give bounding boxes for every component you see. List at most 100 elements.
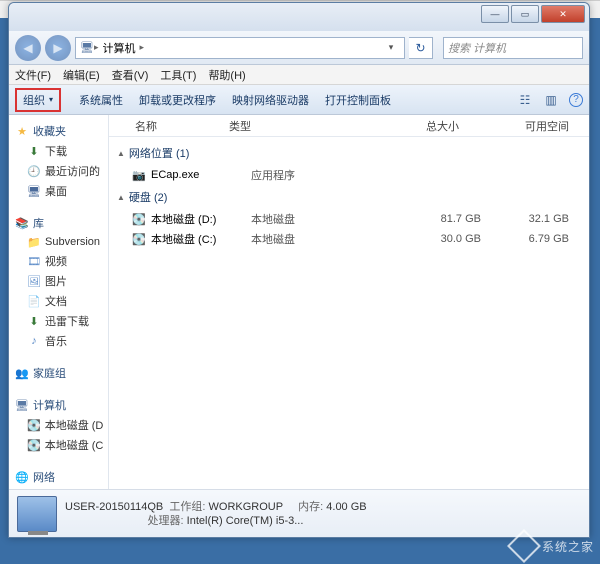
preview-pane-icon[interactable]: ▥: [543, 92, 559, 108]
drive-icon: 💽: [27, 438, 41, 452]
sidebar-label: 家庭组: [33, 365, 66, 381]
sidebar-network[interactable]: 🌐 网络: [9, 467, 108, 487]
computer-icon: 🖥: [15, 398, 29, 412]
sidebar-item-recent[interactable]: 🕘最近访问的: [9, 161, 108, 181]
drive-icon: 💽: [131, 232, 147, 246]
group-network-location[interactable]: ▲ 网络位置 (1): [109, 141, 589, 165]
sidebar-item-xunlei[interactable]: ⬇迅雷下载: [9, 311, 108, 331]
menu-edit[interactable]: 编辑(E): [63, 67, 100, 83]
recent-icon: 🕘: [27, 164, 41, 178]
sidebar-label: 计算机: [33, 397, 66, 413]
address-bar[interactable]: 🖥 ▸ 计算机 ▸ ▾: [75, 37, 405, 59]
group-hard-disks[interactable]: ▲硬盘 (2): [109, 185, 589, 209]
house-icon: [507, 529, 541, 563]
sidebar-item-label: 音乐: [45, 333, 67, 349]
camera-icon: 📷: [131, 168, 147, 182]
sidebar-item-label: 桌面: [45, 183, 67, 199]
folder-icon: 📁: [27, 235, 41, 249]
help-icon[interactable]: ?: [569, 93, 583, 107]
column-type[interactable]: 类型: [229, 118, 349, 134]
content-area: ★收藏夹 ⬇下载 🕘最近访问的 🖥桌面 📚库 📁Subversion 🎞视频 🖼…: [9, 115, 589, 489]
processor-value: Intel(R) Core(TM) i5-3...: [187, 515, 304, 527]
network-icon: 🌐: [15, 470, 29, 484]
toolbar: 组织 ▾ 系统属性 卸载或更改程序 映射网络驱动器 打开控制面板 ☷ ▥ ?: [9, 85, 589, 115]
collapse-icon: ▲: [117, 149, 125, 158]
column-free-space[interactable]: 可用空间: [469, 118, 589, 134]
sidebar-item-label: 视频: [45, 253, 67, 269]
maximize-button[interactable]: ▭: [511, 5, 539, 23]
close-button[interactable]: ✕: [541, 5, 585, 23]
sidebar-item-music[interactable]: ♪ 音乐: [9, 331, 108, 351]
star-icon: ★: [15, 124, 29, 138]
column-headers: 名称 类型 总大小 可用空间: [109, 115, 589, 137]
sidebar-item-label: 图片: [45, 273, 67, 289]
organize-button[interactable]: 组织 ▾: [15, 88, 61, 112]
organize-label: 组织: [23, 92, 45, 108]
address-dropdown[interactable]: ▾: [382, 42, 400, 53]
sidebar-computer[interactable]: 🖥 计算机: [9, 395, 108, 415]
search-placeholder: 搜索 计算机: [448, 40, 506, 56]
search-input[interactable]: 搜索 计算机: [443, 37, 583, 59]
titlebar: — ▭ ✕: [9, 3, 589, 31]
explorer-window: — ▭ ✕ ◀ ▶ 🖥 ▸ 计算机 ▸ ▾ ↻ 搜索 计算机 文件(F) 编辑(…: [8, 2, 590, 538]
list-item-drive-d[interactable]: 💽 本地磁盘 (D:) 本地磁盘 81.7 GB 32.1 GB: [109, 209, 589, 229]
sidebar-item-drive-d[interactable]: 💽本地磁盘 (D: [9, 415, 108, 435]
uninstall-program-button[interactable]: 卸载或更改程序: [131, 92, 224, 108]
sidebar-item-pictures[interactable]: 🖼图片: [9, 271, 108, 291]
sidebar-libraries[interactable]: 📚库: [9, 213, 108, 233]
sidebar-item-desktop[interactable]: 🖥桌面: [9, 181, 108, 201]
sidebar-homegroup[interactable]: 👥家庭组: [9, 363, 108, 383]
minimize-button[interactable]: —: [481, 5, 509, 23]
details-info: USER-20150114QB 工作组: WORKGROUP 内存: 4.00 …: [65, 500, 367, 528]
sidebar-item-videos[interactable]: 🎞视频: [9, 251, 108, 271]
column-total-size[interactable]: 总大小: [349, 118, 469, 134]
computer-icon: 🖥: [80, 41, 94, 55]
breadcrumb-sep: ▸: [140, 42, 145, 53]
document-icon: 📄: [27, 294, 41, 308]
sidebar-favorites[interactable]: ★ 收藏夹: [9, 121, 108, 141]
sidebar-item-drive-c[interactable]: 💽本地磁盘 (C: [9, 435, 108, 455]
navigation-pane: ★收藏夹 ⬇下载 🕘最近访问的 🖥桌面 📚库 📁Subversion 🎞视频 🖼…: [9, 115, 109, 489]
workgroup-value: WORKGROUP: [209, 501, 283, 513]
watermark: 系统之家: [512, 534, 594, 558]
refresh-button[interactable]: ↻: [409, 37, 433, 59]
music-icon: ♪: [27, 334, 41, 348]
drive-icon: 💽: [131, 212, 147, 226]
menu-bar: 文件(F) 编辑(E) 查看(V) 工具(T) 帮助(H): [9, 65, 589, 85]
sidebar-label: 库: [33, 215, 44, 231]
sidebar-label: 网络: [33, 469, 55, 485]
map-network-drive-button[interactable]: 映射网络驱动器: [224, 92, 317, 108]
menu-file[interactable]: 文件(F): [15, 67, 51, 83]
open-control-panel-button[interactable]: 打开控制面板: [317, 92, 399, 108]
item-free-space: 6.79 GB: [491, 233, 589, 245]
sidebar-item-documents[interactable]: 📄文档: [9, 291, 108, 311]
menu-view[interactable]: 查看(V): [112, 67, 149, 83]
memory-value: 4.00 GB: [326, 501, 366, 513]
watermark-text: 系统之家: [542, 538, 594, 555]
menu-tools[interactable]: 工具(T): [160, 67, 196, 83]
sidebar-label: 收藏夹: [33, 123, 66, 139]
sidebar-item-label: 迅雷下载: [45, 313, 89, 329]
sidebar-item-downloads[interactable]: ⬇下载: [9, 141, 108, 161]
item-name: ECap.exe: [151, 169, 251, 181]
back-button[interactable]: ◀: [15, 35, 41, 61]
system-properties-button[interactable]: 系统属性: [71, 92, 131, 108]
sidebar-item-subversion[interactable]: 📁Subversion: [9, 233, 108, 251]
list-item-ecap[interactable]: 📷 ECap.exe 应用程序: [109, 165, 589, 185]
item-free-space: 32.1 GB: [491, 213, 589, 225]
column-name[interactable]: 名称: [109, 118, 229, 134]
view-mode-icon[interactable]: ☷: [517, 92, 533, 108]
forward-button[interactable]: ▶: [45, 35, 71, 61]
list-item-drive-c[interactable]: 💽 本地磁盘 (C:) 本地磁盘 30.0 GB 6.79 GB: [109, 229, 589, 249]
processor-label: 处理器:: [148, 515, 184, 527]
breadcrumb-computer[interactable]: 计算机: [99, 40, 140, 56]
item-type: 本地磁盘: [251, 231, 371, 247]
workgroup-label: 工作组:: [169, 501, 205, 513]
menu-help[interactable]: 帮助(H): [208, 67, 245, 83]
main-panel: 名称 类型 总大小 可用空间 ▲ 网络位置 (1) 📷 ECap.exe 应用程序…: [109, 115, 589, 489]
group-label: 网络位置 (1): [129, 145, 190, 161]
item-list: ▲ 网络位置 (1) 📷 ECap.exe 应用程序 ▲硬盘 (2) 💽 本地磁盘…: [109, 137, 589, 489]
drive-icon: 💽: [27, 418, 41, 432]
item-total-size: 81.7 GB: [371, 213, 491, 225]
nav-bar: ◀ ▶ 🖥 ▸ 计算机 ▸ ▾ ↻ 搜索 计算机: [9, 31, 589, 65]
